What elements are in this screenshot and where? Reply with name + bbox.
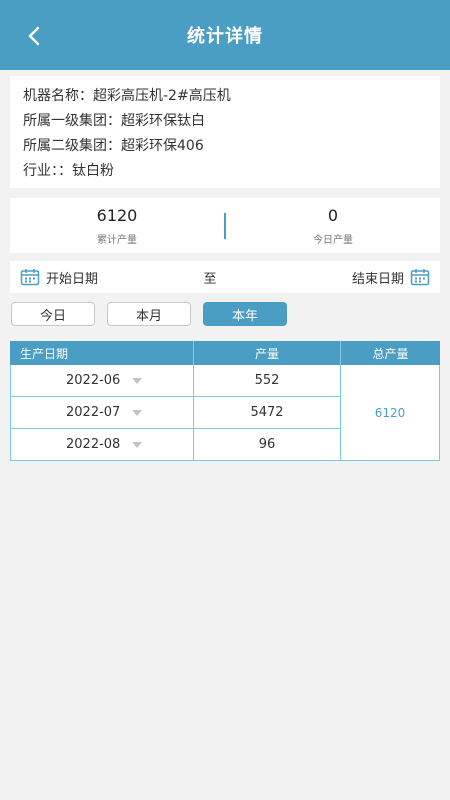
date-dropdown[interactable]: 2022-07: [10, 397, 194, 428]
header-total: 总产量: [372, 346, 409, 361]
machine-name: 机器名称：超彩高压机-2#高压机: [23, 88, 231, 104]
page-title: 统计详情: [187, 26, 263, 47]
date-dropdown[interactable]: 2022-08: [10, 429, 194, 460]
end-date-label: 结束日期: [351, 271, 404, 287]
cumulative-label: 累计产量: [97, 235, 137, 246]
today-label: 今日产量: [313, 235, 353, 246]
caret-down-icon: [132, 441, 143, 448]
calendar-icon: [410, 269, 430, 286]
row-output: 552: [194, 365, 341, 396]
table-row: 2022-08 96: [10, 429, 341, 461]
table-row: 2022-07 5472: [10, 397, 341, 429]
start-date-label: 开始日期: [46, 271, 99, 287]
production-table: 生产日期 产量 总产量 2022-06 552 2022-07 5472 202…: [10, 341, 440, 461]
filter-today-button[interactable]: 今日: [11, 302, 95, 326]
chevron-left-icon: [28, 26, 40, 46]
header-date: 生产日期: [10, 341, 194, 365]
back-button[interactable]: [18, 20, 50, 52]
app-header: 统计详情: [0, 0, 450, 70]
row-date: 2022-07: [66, 405, 121, 420]
end-date-picker[interactable]: 结束日期: [352, 268, 430, 287]
date-dropdown[interactable]: 2022-06: [10, 365, 194, 396]
group-level2: 所属二级集团：超彩环保406: [23, 138, 204, 154]
row-output: 96: [194, 429, 341, 460]
calendar-icon: [20, 269, 40, 286]
date-separator: 至: [203, 271, 217, 287]
table-rows: 2022-06 552 2022-07 5472 2022-08 96: [10, 365, 341, 461]
table-header: 生产日期 产量 总产量: [10, 341, 440, 365]
row-date: 2022-06: [66, 373, 121, 388]
date-range-bar: 开始日期 至 结束日期: [10, 261, 440, 293]
table-row: 2022-06 552: [10, 365, 341, 397]
stats-card: 6120 累计产量 0 今日产量: [10, 198, 440, 253]
machine-info-card: 机器名称：超彩高压机-2#高压机 所属一级集团：超彩环保钛白 所属二级集团：超彩…: [10, 76, 440, 188]
today-value: 0: [327, 206, 339, 225]
group-level1: 所属一级集团：超彩环保钛白: [23, 113, 205, 129]
total-output: 6120: [341, 365, 440, 461]
cumulative-value: 6120: [96, 206, 138, 225]
table-body: 2022-06 552 2022-07 5472 2022-08 96 6120: [10, 365, 440, 461]
header-output: 产量: [194, 341, 341, 365]
start-date-picker[interactable]: 开始日期: [20, 268, 98, 287]
caret-down-icon: [132, 377, 143, 384]
row-output: 5472: [194, 397, 341, 428]
row-date: 2022-08: [66, 437, 121, 452]
today-stat: 0 今日产量: [226, 205, 440, 246]
filter-month-button[interactable]: 本月: [107, 302, 191, 326]
cumulative-stat: 6120 累计产量: [10, 205, 224, 246]
caret-down-icon: [132, 409, 143, 416]
period-filter: 今日 本月 本年: [11, 302, 439, 326]
filter-year-button[interactable]: 本年: [203, 302, 287, 326]
industry: 行业：：钛白粉: [23, 163, 114, 179]
